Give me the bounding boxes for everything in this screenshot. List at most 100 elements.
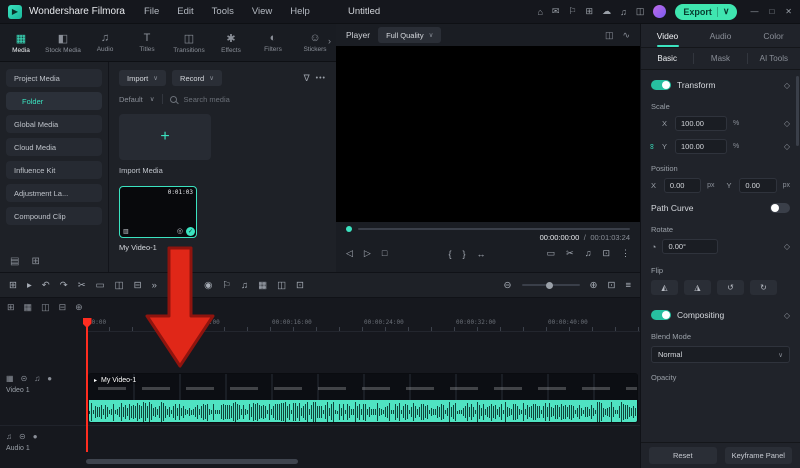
aspect-ratio-icon[interactable]: ▭ <box>547 248 556 259</box>
volume-icon[interactable]: ♫ <box>585 248 592 259</box>
position-x-input[interactable]: 0.00 <box>663 178 702 193</box>
snapshot-icon[interactable]: ✂ <box>566 248 574 259</box>
audio-mixer-icon[interactable]: ♫ <box>241 280 248 291</box>
more-tabs-chevron-icon[interactable]: › <box>328 36 331 46</box>
play-icon[interactable]: ▷ <box>364 248 371 259</box>
add-marker-icon[interactable]: ⊕ <box>75 302 83 313</box>
seek-handle[interactable] <box>346 226 352 232</box>
apps-icon[interactable]: ⊞ <box>586 6 594 17</box>
ai-assistant-icon[interactable]: ☺ <box>183 279 194 291</box>
record-voice-icon[interactable]: ◉ <box>204 280 212 291</box>
render-preview-icon[interactable]: ◫ <box>277 280 286 291</box>
sidebar-item-influence-kit[interactable]: Influence Kit <box>6 161 102 179</box>
zoom-slider[interactable] <box>521 281 580 289</box>
split-icon[interactable]: ✂ <box>78 280 86 291</box>
playhead[interactable] <box>86 318 88 452</box>
import-media-tile[interactable]: + <box>119 114 211 160</box>
pointer-icon[interactable]: ▸ <box>27 280 32 291</box>
timeline-clip[interactable]: ▸ My Video-1 <box>88 373 638 423</box>
message-icon[interactable]: ✉ <box>552 6 560 17</box>
sidebar-item-global-media[interactable]: Global Media <box>6 115 102 133</box>
menu-file[interactable]: File <box>144 6 159 17</box>
subtab-mask[interactable]: Mask <box>694 54 746 63</box>
minimize-button[interactable]: — <box>750 7 758 16</box>
menu-edit[interactable]: Edit <box>177 6 193 17</box>
rotate-input[interactable]: 0.00° <box>662 239 719 254</box>
zoom-in-icon[interactable]: ⊕ <box>590 280 598 291</box>
rotate-ccw-button[interactable]: ↺ <box>717 280 744 295</box>
tab-audio[interactable]: ♫ Audio <box>84 24 126 61</box>
more-options-icon[interactable]: ••• <box>316 75 326 82</box>
properties-scrollbar[interactable] <box>796 76 799 146</box>
mute-track-icon[interactable]: ♫ <box>34 374 40 383</box>
mark-out-icon[interactable]: } <box>462 249 465 259</box>
menu-tools[interactable]: Tools <box>212 6 234 17</box>
keyframe-diamond-icon[interactable]: ◇ <box>784 119 790 128</box>
seek-track[interactable] <box>358 228 630 230</box>
seek-bar[interactable] <box>346 226 630 232</box>
zoom-slider-knob[interactable] <box>545 281 553 289</box>
export-chevron-icon[interactable]: ∨ <box>723 6 730 17</box>
record-button[interactable]: Record ∨ <box>172 70 222 86</box>
mark-in-icon[interactable]: { <box>448 249 451 259</box>
layout-icon[interactable]: ◫ <box>636 6 645 17</box>
clip-filmstrip[interactable]: ▸ My Video-1 <box>89 374 637 400</box>
grid-view-icon[interactable]: ⊞ <box>31 256 39 267</box>
more-icon[interactable]: ⋮ <box>621 248 630 259</box>
subtab-basic[interactable]: Basic <box>641 54 693 63</box>
flip-horizontal-button[interactable]: ◮ <box>684 280 711 295</box>
lock-track-icon[interactable]: ⊝ <box>21 374 28 383</box>
fit-range-icon[interactable]: ↔ <box>476 249 485 259</box>
sidebar-item-adjustment-layer[interactable]: Adjustment La... <box>6 184 102 202</box>
scopes-icon[interactable]: ∿ <box>622 30 630 41</box>
more-tools-icon[interactable]: » <box>152 280 157 291</box>
collapse-tracks-icon[interactable]: ⊟ <box>59 302 67 313</box>
hide-track-icon[interactable]: ● <box>47 374 52 383</box>
default-sort-dropdown[interactable]: Default <box>119 95 143 104</box>
quality-dropdown[interactable]: Full Quality ∨ <box>378 27 442 43</box>
close-button[interactable]: ✕ <box>785 7 792 16</box>
lock-track-icon[interactable]: ⊝ <box>19 432 26 441</box>
audio-waveform[interactable] <box>89 400 637 422</box>
timeline-settings-icon[interactable]: ≡ <box>625 280 631 291</box>
video-preview[interactable] <box>336 46 640 222</box>
rotate-cw-button[interactable]: ↻ <box>750 280 777 295</box>
flip-vertical-button[interactable]: ◭ <box>651 280 678 295</box>
path-curve-toggle[interactable] <box>770 203 790 213</box>
timeline-ruler[interactable]: 00:00 00:00:08:00 00:00:16:00 00:00:24:0… <box>86 318 640 332</box>
menu-help[interactable]: Help <box>290 6 310 17</box>
scale-x-input[interactable]: 100.00 <box>675 116 727 131</box>
sidebar-item-cloud-media[interactable]: Cloud Media <box>6 138 102 156</box>
tab-titles[interactable]: T Titles <box>126 24 168 61</box>
tab-transitions[interactable]: ◫ Transitions <box>168 24 210 61</box>
menu-view[interactable]: View <box>252 6 272 17</box>
user-avatar[interactable] <box>653 5 667 18</box>
add-track-icon[interactable]: ▦ <box>24 302 33 313</box>
media-library-icon[interactable]: ♫ <box>620 7 627 17</box>
tab-color[interactable]: Color <box>747 24 800 47</box>
layout-icon[interactable]: ◫ <box>605 30 614 41</box>
keyframe-diamond-icon[interactable]: ◇ <box>784 242 790 251</box>
import-button[interactable]: Import ∨ <box>119 70 167 86</box>
zoom-out-icon[interactable]: ⊖ <box>504 280 512 291</box>
timeline-horizontal-scrollbar[interactable] <box>86 459 298 464</box>
subtab-ai-tools[interactable]: AI Tools <box>748 54 800 63</box>
fit-timeline-icon[interactable]: ⊡ <box>607 280 615 291</box>
rotate-dial-icon[interactable]: ◔ <box>651 242 656 252</box>
keyframe-panel-button[interactable]: Keyframe Panel <box>724 447 792 464</box>
undo-icon[interactable]: ↶ <box>42 280 50 291</box>
scale-y-input[interactable]: 100.00 <box>675 139 727 154</box>
search-input[interactable]: Search media <box>184 95 230 104</box>
snapshot-icon[interactable]: ⊡ <box>296 280 304 291</box>
keyframe-diamond-icon[interactable]: ◇ <box>784 311 790 320</box>
transform-toggle[interactable] <box>651 80 671 90</box>
stop-icon[interactable]: □ <box>382 248 387 259</box>
blend-mode-dropdown[interactable]: Normal ∨ <box>651 346 790 363</box>
keyframe-diamond-icon[interactable]: ◇ <box>784 142 790 151</box>
mute-track-icon[interactable]: ● <box>33 432 38 441</box>
maximize-button[interactable]: □ <box>769 7 774 16</box>
sidebar-item-project-media[interactable]: Project Media <box>6 69 102 87</box>
keyframe-diamond-icon[interactable]: ◇ <box>784 81 790 90</box>
track-layout-icon[interactable]: ◫ <box>41 302 50 313</box>
tab-effects[interactable]: ✱ Effects <box>210 24 252 61</box>
